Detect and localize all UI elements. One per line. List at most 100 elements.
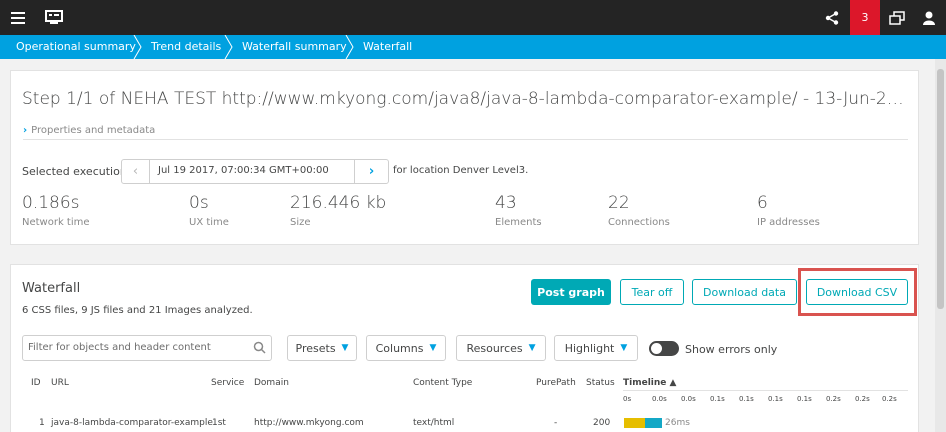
timeline-bar-wait[interactable] [624,418,645,428]
dropdown-label: Columns [375,341,424,355]
chevron-left-icon: ‹ [132,164,139,179]
timeline-tick: 0.1s [739,395,754,403]
chevron-down-icon: ▼ [528,343,536,353]
column-header-status[interactable]: Status [586,378,615,388]
chevron-down-icon: ▼ [620,343,628,353]
metric-label: Elements [495,217,542,228]
timeline-tick: 0.2s [855,395,870,403]
toggle-knob [651,343,662,354]
waterfall-panel: Waterfall 6 CSS files, 9 JS files and 21… [10,264,919,432]
column-header-timeline[interactable]: Timeline ▲ [623,378,676,388]
share-icon[interactable] [816,0,848,35]
presets-dropdown[interactable]: Presets ▼ [287,335,357,361]
timeline-tick: 0.1s [710,395,725,403]
notification-count: 3 [861,11,869,24]
tear-off-button[interactable]: Tear off [620,279,684,305]
timeline-duration-label: 26ms [665,418,690,428]
timeline-tick: 0.2s [882,395,897,403]
dropdown-label: Highlight [564,341,615,355]
column-header-id[interactable]: ID [31,378,41,388]
previous-execution-button[interactable]: ‹ [122,160,150,183]
page-scrollbar[interactable] [935,59,946,432]
metric-elements: 43 Elements [495,193,542,228]
cell-status: 200 [593,418,611,428]
summary-panel: Step 1/1 of NEHA TEST http://www.mkyong.… [10,70,919,245]
metric-ip-addresses: 6 IP addresses [757,193,820,228]
metric-value: 0.186s [22,193,80,213]
timeline-tick: 0.0s [681,395,696,403]
timeline-bar-receive[interactable] [645,418,662,428]
next-execution-button[interactable]: › [354,160,388,183]
chevron-right-icon: › [368,164,375,179]
timeline-tick: 0.0s [652,395,667,403]
chevron-down-icon: ▼ [429,343,437,353]
show-errors-label: Show errors only [685,343,778,356]
timeline-tick: 0s [623,395,632,403]
metric-value: 216.446 kb [290,193,387,213]
properties-label: Properties and metadata [31,125,156,136]
column-header-purepath[interactable]: PurePath [536,378,576,388]
waterfall-subtitle: 6 CSS files, 9 JS files and 21 Images an… [22,305,253,316]
cell-domain: http://www.mkyong.com [254,418,364,428]
scrollbar-thumb[interactable] [937,69,944,309]
monitor-icon[interactable] [40,0,68,35]
metric-label: UX time [189,217,229,228]
timeline-tick: 0.1s [768,395,783,403]
show-errors-toggle[interactable] [649,341,679,356]
download-csv-button[interactable]: Download CSV [806,279,908,305]
cell-url[interactable]: java-8-lambda-comparator-example [51,418,213,428]
menu-icon[interactable] [6,0,30,35]
filter-placeholder: Filter for objects and header content [28,342,211,353]
metric-value: 0s [189,193,209,213]
timeline-divider [623,390,908,391]
download-data-button[interactable]: Download data [692,279,797,305]
cell-purepath: - [554,418,558,428]
cell-content-type: text/html [413,418,455,428]
chevron-right-icon: › [23,125,28,136]
metric-ux-time: 0s UX time [189,193,229,228]
breadcrumb-waterfall-summary[interactable]: Waterfall summary [242,35,347,59]
waterfall-title: Waterfall [22,281,81,296]
metric-label: IP addresses [757,217,820,228]
breadcrumb-trend-details[interactable]: Trend details [151,35,221,59]
properties-metadata-toggle[interactable]: › Properties and metadata [23,125,155,136]
user-icon[interactable] [914,0,944,35]
metric-size: 216.446 kb Size [290,193,386,228]
columns-dropdown[interactable]: Columns ▼ [366,335,446,361]
metric-value: 43 [495,193,517,213]
location-label: for location Denver Level3. [393,165,529,176]
execution-value[interactable]: Jul 19 2017, 07:00:34 GMT+00:00 [158,165,329,176]
cell-id: 1 [39,418,45,428]
notification-badge[interactable]: 3 [850,0,880,35]
search-icon [253,341,266,354]
post-graph-button[interactable]: Post graph [531,279,611,305]
column-header-domain[interactable]: Domain [254,378,289,388]
breadcrumb-separator-icon [224,35,233,59]
top-bar: 3 [0,0,946,35]
page-title: Step 1/1 of NEHA TEST http://www.mkyong.… [22,89,907,109]
chevron-down-icon: ▼ [341,343,349,353]
windows-icon[interactable] [882,0,912,35]
metric-label: Size [290,217,311,228]
resources-dropdown[interactable]: Resources ▼ [456,335,546,361]
metric-network-time: 0.186s Network time [22,193,90,228]
execution-selector: ‹ Jul 19 2017, 07:00:34 GMT+00:00 › [121,159,389,184]
breadcrumb-separator-icon [345,35,354,59]
divider [23,139,908,140]
column-header-content-type[interactable]: Content Type [413,378,472,388]
breadcrumb-separator-icon [133,35,142,59]
cell-service: 1st [212,418,226,428]
timeline-tick: 0.1s [797,395,812,403]
metric-value: 6 [757,193,768,213]
column-header-service[interactable]: Service [211,378,244,388]
metric-connections: 22 Connections [608,193,670,228]
breadcrumb-operational-summary[interactable]: Operational summary [16,35,136,59]
column-header-url[interactable]: URL [51,378,69,388]
dropdown-label: Presets [295,341,336,355]
highlight-dropdown[interactable]: Highlight ▼ [554,335,638,361]
breadcrumb-waterfall: Waterfall [363,40,413,53]
filter-input[interactable]: Filter for objects and header content [22,335,272,361]
timeline-tick: 0.2s [826,395,841,403]
metric-label: Network time [22,217,90,228]
breadcrumb: Operational summary Trend details Waterf… [0,35,946,59]
